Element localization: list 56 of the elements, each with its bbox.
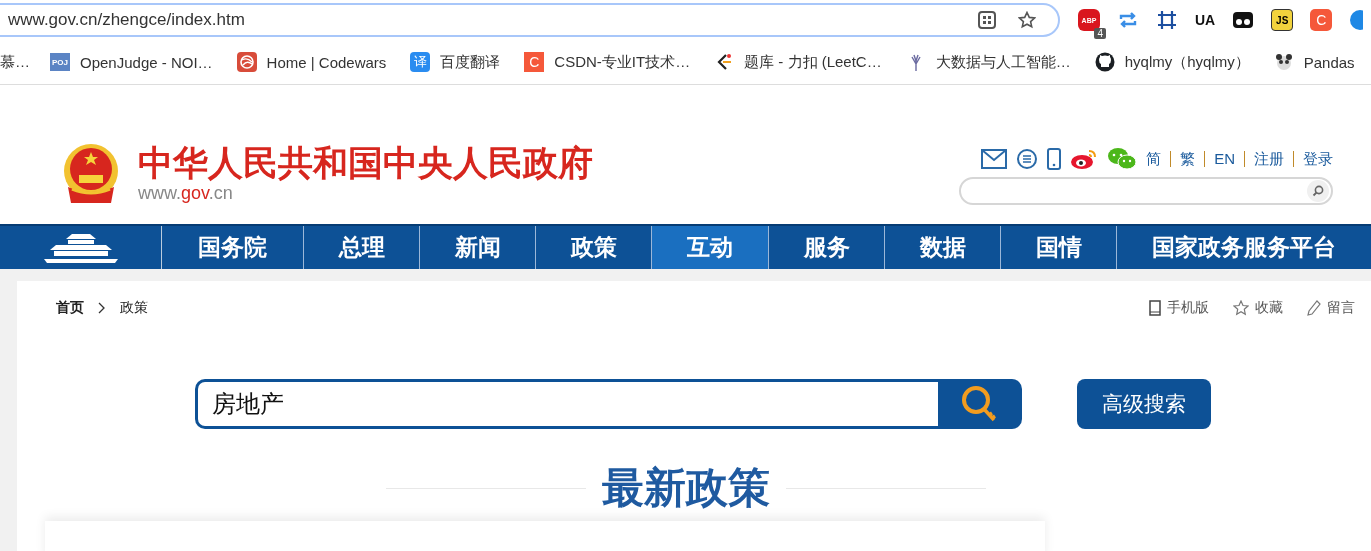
ua-icon[interactable]: UA bbox=[1195, 12, 1216, 28]
nav-tab[interactable]: 互动 bbox=[652, 226, 769, 269]
bookmark[interactable]: POJ OpenJudge - NOI… bbox=[50, 53, 213, 71]
panda-icon bbox=[1273, 52, 1294, 72]
star-icon bbox=[1233, 300, 1249, 316]
mail-icon[interactable] bbox=[981, 149, 1008, 169]
swirl-icon bbox=[236, 52, 257, 72]
chat-icon[interactable] bbox=[1016, 148, 1039, 170]
phone-icon[interactable] bbox=[1047, 148, 1062, 170]
qr-icon[interactable] bbox=[978, 11, 996, 29]
wechat-icon[interactable] bbox=[1107, 147, 1138, 171]
count-badge: 4 bbox=[1094, 28, 1106, 40]
address-bar[interactable]: www.gov.cn/zhengce/index.htm bbox=[0, 3, 1060, 37]
url-text: www.gov.cn/zhengce/index.htm bbox=[8, 10, 246, 30]
advanced-search-button[interactable]: 高级搜索 bbox=[1077, 379, 1211, 429]
star-icon[interactable] bbox=[1018, 11, 1036, 29]
bookmark[interactable]: Home | Codewars bbox=[236, 52, 387, 72]
tool-link[interactable]: 手机版 bbox=[1149, 299, 1209, 317]
weibo-icon[interactable] bbox=[1070, 148, 1099, 170]
emblem-icon bbox=[62, 143, 120, 205]
site-title: 中华人民共和国中央人民政府 bbox=[138, 143, 593, 183]
bookmark[interactable]: Pandas bbox=[1273, 52, 1355, 72]
chevron-icon bbox=[98, 302, 106, 314]
globe-icon[interactable] bbox=[1349, 9, 1364, 31]
search-field[interactable] bbox=[959, 177, 1333, 205]
bookmark[interactable]: C CSDN-专业IT技术… bbox=[524, 52, 691, 72]
bookmark[interactable]: 慕… bbox=[0, 52, 30, 72]
phone-icon bbox=[1149, 300, 1161, 316]
building-icon bbox=[41, 231, 120, 264]
nav-tab[interactable]: 国家政务服务平台 bbox=[1117, 226, 1371, 269]
translate-icon: 译 bbox=[410, 52, 431, 72]
bookmark[interactable]: 译 百度翻译 bbox=[410, 52, 501, 72]
csdn-icon: C bbox=[524, 52, 545, 72]
section-title: 最新政策 bbox=[602, 464, 770, 513]
pencil-icon bbox=[1307, 300, 1321, 316]
tool-link[interactable]: 留言 bbox=[1307, 299, 1355, 317]
breadcrumb-current: 政策 bbox=[120, 299, 148, 317]
breadcrumb-link[interactable]: 首页 bbox=[56, 299, 84, 317]
tool-link[interactable]: 收藏 bbox=[1233, 299, 1283, 317]
js-icon[interactable]: JS bbox=[1271, 9, 1294, 31]
poj-icon: POJ bbox=[50, 53, 70, 71]
search-field[interactable]: 房地产 bbox=[195, 379, 938, 429]
header-link[interactable]: 登录 bbox=[1293, 151, 1333, 167]
crop-icon[interactable] bbox=[1156, 9, 1178, 31]
glasses-icon[interactable] bbox=[1232, 9, 1255, 31]
bookmark[interactable]: 题库 - 力扣 (LeetC… bbox=[714, 52, 882, 72]
site-url: www.gov.cn bbox=[138, 183, 234, 204]
header-link[interactable]: 注册 bbox=[1244, 151, 1284, 167]
cat-icon bbox=[1094, 52, 1115, 72]
bookmark[interactable]: 大数据与人工智能… bbox=[905, 52, 1071, 72]
header-link[interactable]: 繁 bbox=[1170, 151, 1196, 167]
header-link[interactable]: EN bbox=[1204, 151, 1235, 167]
search-icon[interactable] bbox=[1307, 180, 1329, 202]
header-link[interactable]: 简 bbox=[1146, 151, 1162, 167]
bookmark[interactable]: hyqlmy（hyqlmy） bbox=[1094, 52, 1250, 72]
search-button[interactable] bbox=[938, 379, 1022, 429]
